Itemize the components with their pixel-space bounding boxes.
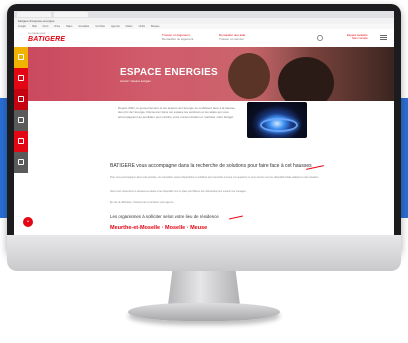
region-heading: Meurthe-et-Moselle · Moselle · Meuse [110, 225, 208, 231]
browser-tab[interactable] [17, 12, 51, 17]
hero-banner: ESPACE ENERGIES Accueil > Espace énergie… [28, 47, 394, 101]
search-icon[interactable] [317, 35, 323, 41]
header-link-aide[interactable]: Demander une aide Trouver un service [219, 33, 245, 41]
side-navigation [14, 47, 28, 173]
address-url: batigere.fr/espace-energies [18, 19, 55, 23]
bookmark[interactable]: YouTube [95, 25, 105, 28]
header-link-sub: Trouver un service [219, 36, 244, 41]
breadcrumb[interactable]: Accueil > Espace énergies [120, 80, 151, 83]
bookmark[interactable]: Mail [32, 25, 37, 28]
monitor-screen: batigere.fr/espace-energies Google Mail … [14, 11, 394, 235]
sidenav-icon [18, 159, 24, 165]
gas-flame-ring [260, 118, 298, 132]
intro-text: Depuis 2021, le gouvernement et les acte… [118, 106, 235, 119]
bookmark[interactable]: Outils [139, 25, 145, 28]
sidenav-icon [18, 138, 24, 144]
sidenav-icon [18, 54, 24, 60]
tenant-space-link[interactable]: Espace locataire Mon compte [347, 33, 368, 41]
body-paragraph: En cas de difficultés, n'hésitez pas à c… [110, 201, 175, 204]
hero-photo-person [278, 57, 334, 101]
header-link-sub: Demander un logement [162, 36, 194, 41]
bookmark[interactable]: Maps [66, 25, 72, 28]
chat-icon[interactable]: • [23, 217, 33, 227]
section-subtitle: Les organismes à solliciter selon votre … [110, 214, 219, 219]
body-paragraph: Nous vous présentons ci-dessous les aide… [110, 190, 247, 193]
sidenav-item[interactable] [14, 131, 28, 152]
monitor-stand-neck [168, 271, 240, 305]
body-paragraph: Pour vous accompagner dans cette période… [110, 176, 319, 179]
sidenav-icon [18, 75, 24, 81]
bookmark[interactable]: Agenda [111, 25, 120, 28]
tenant-space-sub: Mon compte [352, 36, 368, 41]
bookmark[interactable]: Google [18, 25, 26, 28]
site-logo[interactable]: Le réseau pour BATIGERE [28, 33, 65, 43]
bookmark[interactable]: Banque [151, 25, 160, 28]
section-subtitle: BATIGERE vous accompagne dans la recherc… [110, 163, 312, 169]
browser-tab[interactable] [54, 12, 88, 17]
sidenav-icon [18, 117, 24, 123]
site-header: Le réseau pour BATIGERE Trouver un logem… [14, 29, 394, 47]
sidenav-icon [18, 96, 24, 102]
browser-tab-strip [14, 11, 394, 18]
sidenav-item[interactable] [14, 89, 28, 110]
bookmark[interactable]: Docs [43, 25, 49, 28]
underline-stroke [229, 215, 243, 220]
bookmark[interactable]: Météo [126, 25, 133, 28]
monitor-chin [7, 235, 401, 271]
bookmark[interactable]: Drive [54, 25, 60, 28]
header-link-logement[interactable]: Trouver un logement Demander un logement [162, 33, 194, 41]
sidenav-item[interactable] [14, 152, 28, 173]
sidenav-item[interactable] [14, 68, 28, 89]
hero-photo-person [228, 53, 270, 99]
sidenav-item[interactable] [14, 47, 28, 68]
page-title: ESPACE ENERGIES [120, 67, 218, 78]
logo-wordmark: BATIGERE [28, 35, 66, 43]
sidenav-item[interactable] [14, 110, 28, 131]
monitor-stand-base [128, 303, 280, 321]
bookmark[interactable]: Actualités [78, 25, 89, 28]
menu-icon[interactable] [380, 35, 387, 40]
